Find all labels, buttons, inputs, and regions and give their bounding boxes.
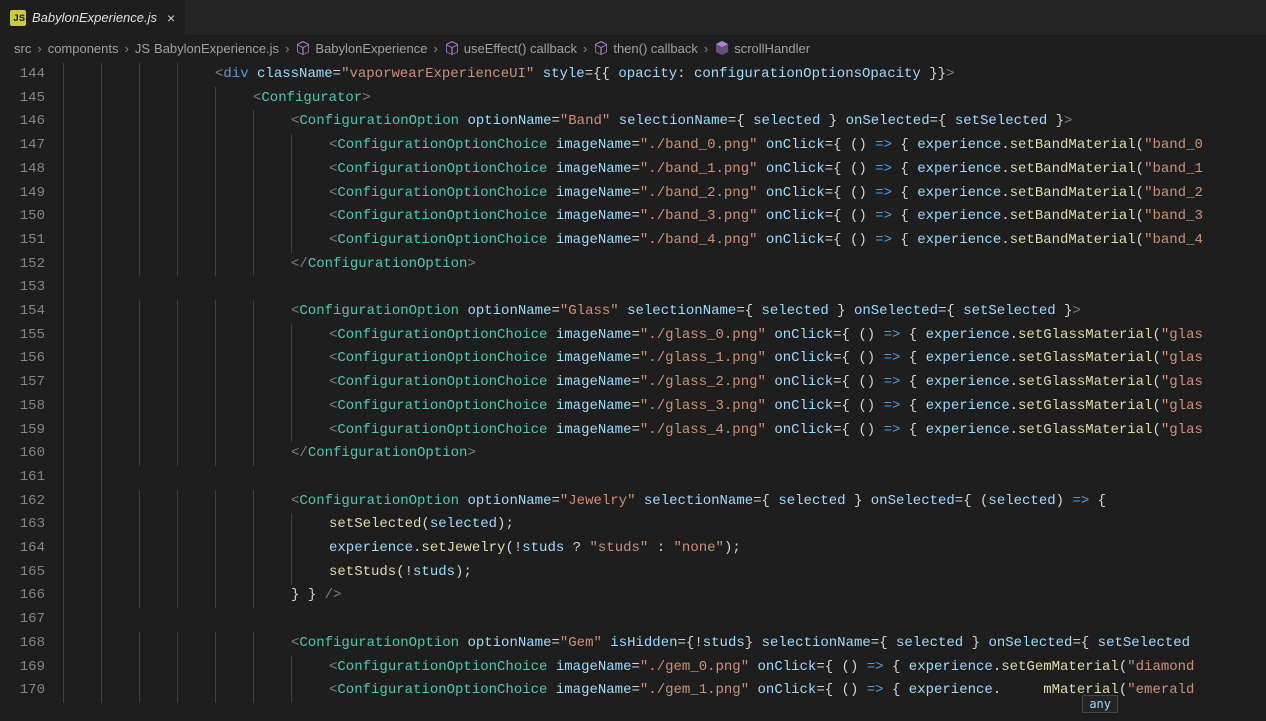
hover-tooltip: any [1082,695,1118,713]
breadcrumb-label: components [48,41,119,56]
line-number: 165 [0,561,45,585]
breadcrumb-label: src [14,41,31,56]
line-number: 159 [0,419,45,443]
line-number: 147 [0,134,45,158]
line-number: 158 [0,395,45,419]
line-number: 149 [0,182,45,206]
breadcrumb-item[interactable]: src [14,41,31,56]
breadcrumb-item[interactable]: JS BabylonExperience.js [135,41,279,56]
line-number: 151 [0,229,45,253]
code-line[interactable]: experience.setJewelry(!studs ? "studs" :… [63,537,1266,561]
code-editor[interactable]: 1441451461471481491501511521531541551561… [0,63,1266,721]
code-line[interactable]: setStuds(!studs); [63,561,1266,585]
line-number: 167 [0,608,45,632]
line-number: 152 [0,253,45,277]
code-line[interactable]: <ConfigurationOptionChoice imageName="./… [63,419,1266,443]
tab-filename: BabylonExperience.js [32,10,157,25]
code-line[interactable]: <ConfigurationOptionChoice imageName="./… [63,205,1266,229]
code-line[interactable]: </ConfigurationOption> [63,442,1266,466]
cube-icon [295,40,311,56]
code-line[interactable]: <ConfigurationOptionChoice imageName="./… [63,134,1266,158]
tab-active[interactable]: JS BabylonExperience.js × [0,0,186,35]
code-line[interactable] [63,608,1266,632]
method-icon [714,40,730,56]
code-content[interactable]: <div className="vaporwearExperienceUI" s… [63,63,1266,721]
line-number: 145 [0,87,45,111]
breadcrumb-item[interactable]: then() callback [593,40,698,56]
line-number: 162 [0,490,45,514]
breadcrumb-label: then() callback [613,41,698,56]
cube-icon [444,40,460,56]
code-line[interactable]: <ConfigurationOption optionName="Jewelry… [63,490,1266,514]
line-number: 170 [0,679,45,703]
line-number: 168 [0,632,45,656]
breadcrumb[interactable]: src › components › JS BabylonExperience.js › Ba… [0,35,1266,63]
code-line[interactable]: <ConfigurationOptionChoice imageName="./… [63,347,1266,371]
close-icon[interactable]: × [167,10,175,26]
code-line[interactable]: <ConfigurationOptionChoice imageName="./… [63,229,1266,253]
line-number: 169 [0,656,45,680]
line-number: 153 [0,276,45,300]
chevron-right-icon: › [125,41,129,56]
code-line[interactable]: <ConfigurationOptionChoice imageName="./… [63,158,1266,182]
breadcrumb-label: BabylonExperience [315,41,427,56]
line-number: 148 [0,158,45,182]
chevron-right-icon: › [285,41,289,56]
breadcrumb-item[interactable]: BabylonExperience [295,40,427,56]
chevron-right-icon: › [433,41,437,56]
line-number-gutter: 1441451461471481491501511521531541551561… [0,63,63,721]
line-number: 150 [0,205,45,229]
code-line[interactable]: </ConfigurationOption> [63,253,1266,277]
code-line[interactable]: <div className="vaporwearExperienceUI" s… [63,63,1266,87]
code-line[interactable]: <ConfigurationOptionChoice imageName="./… [63,324,1266,348]
line-number: 161 [0,466,45,490]
code-line[interactable]: <ConfigurationOptionChoice imageName="./… [63,371,1266,395]
cube-icon [593,40,609,56]
line-number: 160 [0,442,45,466]
breadcrumb-label: useEffect() callback [464,41,577,56]
js-file-icon: JS [10,10,26,26]
code-line[interactable] [63,466,1266,490]
breadcrumb-label: BabylonExperience.js [154,41,279,56]
breadcrumb-item[interactable]: scrollHandler [714,40,810,56]
code-line[interactable]: <ConfigurationOption optionName="Glass" … [63,300,1266,324]
tab-bar: JS BabylonExperience.js × [0,0,1266,35]
js-file-icon: JS [135,41,150,56]
line-number: 144 [0,63,45,87]
line-number: 164 [0,537,45,561]
breadcrumb-item[interactable]: components [48,41,119,56]
line-number: 154 [0,300,45,324]
code-line[interactable]: <ConfigurationOptionChoice imageName="./… [63,395,1266,419]
code-line[interactable]: <ConfigurationOption optionName="Gem" is… [63,632,1266,656]
code-line[interactable]: } } /> [63,584,1266,608]
code-line[interactable]: setSelected(selected); [63,513,1266,537]
line-number: 163 [0,513,45,537]
line-number: 146 [0,110,45,134]
breadcrumb-item[interactable]: useEffect() callback [444,40,577,56]
code-line[interactable]: <Configurator> [63,87,1266,111]
line-number: 166 [0,584,45,608]
line-number: 156 [0,347,45,371]
code-line[interactable]: <ConfigurationOption optionName="Band" s… [63,110,1266,134]
breadcrumb-label: scrollHandler [734,41,810,56]
line-number: 155 [0,324,45,348]
line-number: 157 [0,371,45,395]
chevron-right-icon: › [37,41,41,56]
chevron-right-icon: › [583,41,587,56]
code-line[interactable]: <ConfigurationOptionChoice imageName="./… [63,656,1266,680]
code-line[interactable] [63,276,1266,300]
chevron-right-icon: › [704,41,708,56]
code-line[interactable]: <ConfigurationOptionChoice imageName="./… [63,182,1266,206]
